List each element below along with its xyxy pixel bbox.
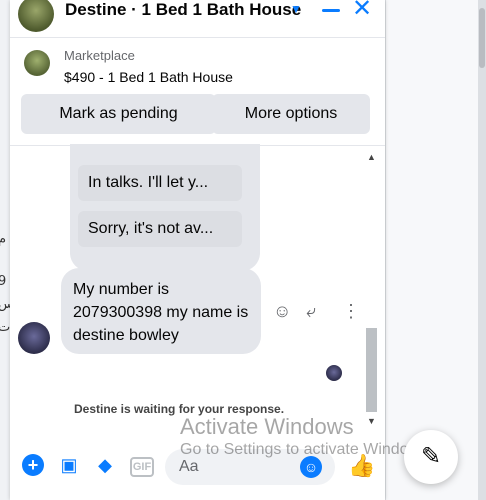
incoming-message: My number is 2079300398 my name is desti… xyxy=(61,268,261,354)
mark-as-pending-button[interactable]: Mark as pending xyxy=(21,94,216,134)
background-text-fragment: 9 xyxy=(0,274,7,289)
background-page-left: م 9 س ت xyxy=(0,0,14,500)
gif-icon[interactable]: GIF xyxy=(130,457,154,477)
listing-avatar[interactable] xyxy=(18,0,54,32)
more-options-button[interactable]: More options xyxy=(212,94,370,134)
compose-icon: ✎ xyxy=(420,443,442,470)
scroll-up-arrow-icon[interactable]: ▲ xyxy=(367,152,376,162)
listing-price-title[interactable]: $490 - 1 Bed 1 Bath House xyxy=(64,69,233,85)
react-icon[interactable]: ☺ xyxy=(273,301,291,322)
reply-icon[interactable]: ⤶ xyxy=(306,301,316,322)
new-message-button[interactable]: ✎ xyxy=(404,430,458,484)
page-scrollbar[interactable] xyxy=(478,0,486,500)
quick-replies-group xyxy=(70,144,260,271)
marketplace-label: Marketplace xyxy=(64,48,135,63)
chat-title[interactable]: Destine · 1 Bed 1 Bath House xyxy=(65,0,301,20)
photo-icon[interactable]: ▣ xyxy=(58,454,80,476)
chevron-down-icon[interactable]: ▼ xyxy=(290,2,302,16)
quick-reply[interactable]: Sorry, it's not av... xyxy=(78,211,242,247)
background-page-right xyxy=(385,0,486,500)
chat-header: Destine · 1 Bed 1 Bath House ▼ ✕ xyxy=(10,0,385,36)
listing-thumbnail[interactable] xyxy=(24,50,50,76)
marketplace-card: Marketplace $490 - 1 Bed 1 Bath House Ma… xyxy=(10,37,385,146)
scroll-down-arrow-icon[interactable]: ▼ xyxy=(367,416,376,426)
seen-indicator-avatar xyxy=(326,365,342,381)
sticker-icon[interactable]: ◆ xyxy=(94,454,116,476)
message-scrollbar-thumb[interactable] xyxy=(366,328,377,412)
sender-avatar[interactable] xyxy=(18,322,50,354)
message-list: In talks. I'll let y... Sorry, it's not … xyxy=(10,144,385,439)
windows-activation-watermark-title: Activate Windows xyxy=(180,414,354,439)
windows-activation-watermark-subtitle: Go to Settings to activate Windows. xyxy=(180,441,433,458)
background-panel xyxy=(385,0,479,500)
close-icon[interactable]: ✕ xyxy=(352,0,372,21)
background-text-fragment: ت xyxy=(0,320,11,335)
plus-icon[interactable]: + xyxy=(22,454,44,476)
message-input-placeholder: Aa xyxy=(179,458,199,475)
page-scrollbar-thumb[interactable] xyxy=(479,8,485,68)
quick-reply-partial[interactable] xyxy=(78,144,242,154)
more-vertical-icon[interactable]: ⋮ xyxy=(342,301,360,322)
minimize-icon[interactable] xyxy=(322,9,340,12)
emoji-icon[interactable]: ☺ xyxy=(300,456,322,478)
message-scrollbar[interactable]: ▲ ▼ xyxy=(364,144,378,434)
quick-reply[interactable]: In talks. I'll let y... xyxy=(78,165,242,201)
background-text-fragment: م xyxy=(0,232,7,247)
